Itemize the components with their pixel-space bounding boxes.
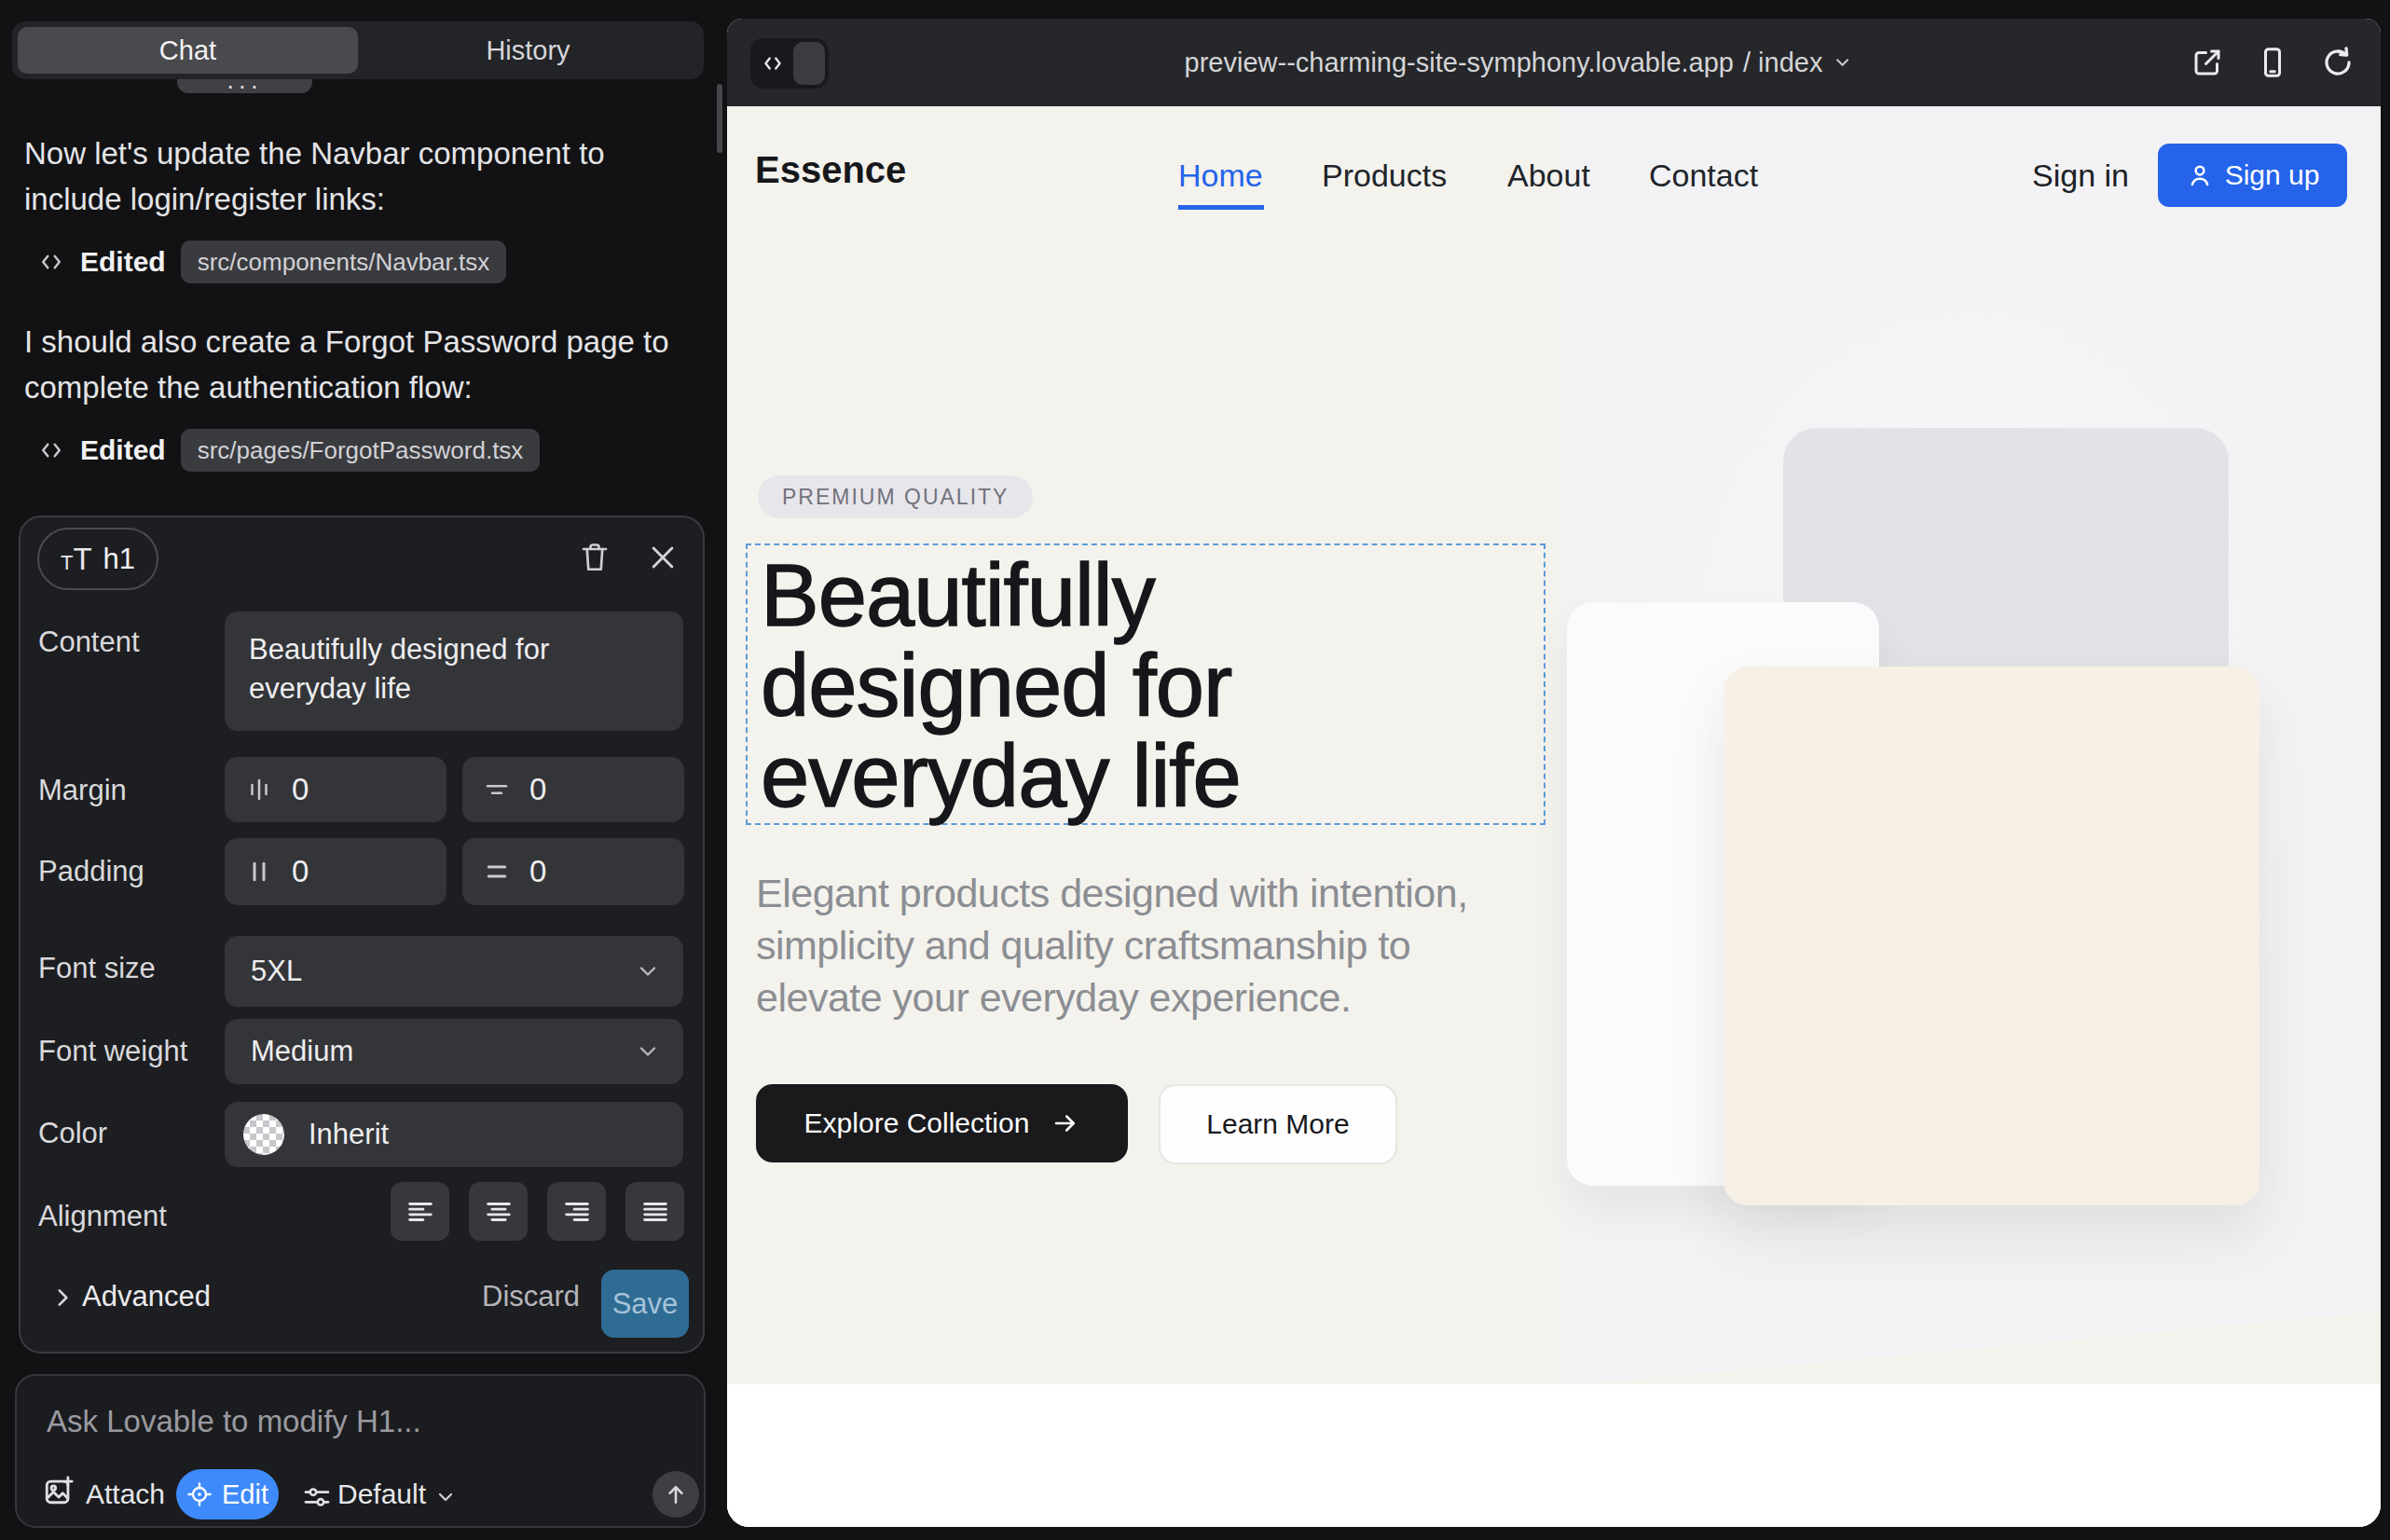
save-button[interactable]: Save [601, 1270, 689, 1338]
font-size-label: Font size [38, 952, 156, 985]
discard-button[interactable]: Discard [482, 1280, 580, 1313]
site-preview: Essence Home Products About Contact Sign… [727, 106, 2381, 1527]
alignment-label: Alignment [38, 1200, 167, 1233]
chat-message: I should also create a Forgot Password p… [24, 319, 677, 410]
advanced-toggle[interactable]: Advanced [82, 1280, 211, 1313]
align-justify-button[interactable] [625, 1182, 684, 1241]
edited-file-row: Edited src/pages/ForgotPassword.tsx [37, 429, 540, 472]
mode-select[interactable]: Default [337, 1478, 426, 1510]
element-editor-panel: TT h1 Content Beautifully designed for e… [19, 516, 705, 1354]
margin-y-input[interactable]: 0 [462, 757, 684, 822]
code-icon [37, 436, 65, 464]
align-left-button[interactable] [391, 1182, 449, 1241]
edited-file-chip[interactable]: src/components/Navbar.tsx [181, 241, 507, 283]
arrow-right-icon [1051, 1109, 1079, 1137]
edited-file-chip[interactable]: src/pages/ForgotPassword.tsx [181, 429, 541, 472]
chevron-down-icon [635, 958, 661, 984]
nav-link-home[interactable]: Home [1178, 158, 1263, 194]
explore-collection-button[interactable]: Explore Collection [756, 1084, 1128, 1162]
nav-link-about[interactable]: About [1507, 158, 1590, 194]
signup-button[interactable]: Sign up [2158, 144, 2347, 207]
edit-mode-button[interactable]: Edit [176, 1469, 279, 1519]
padding-y-input[interactable]: 0 [462, 838, 684, 905]
close-panel-button[interactable] [647, 542, 679, 573]
chevron-down-icon [635, 1038, 661, 1065]
content-label: Content [38, 626, 140, 659]
edited-label: Edited [80, 246, 166, 278]
chat-history-tabs: Chat History [12, 21, 704, 79]
tab-history[interactable]: History [358, 27, 698, 74]
padding-label: Padding [38, 855, 144, 888]
nav-active-underline [1178, 205, 1264, 210]
nav-link-contact[interactable]: Contact [1649, 158, 1758, 194]
signin-link[interactable]: Sign in [2032, 158, 2129, 194]
margin-label: Margin [38, 774, 127, 807]
font-weight-label: Font weight [38, 1035, 187, 1068]
section-below-hero [727, 1384, 2381, 1527]
hero-paragraph: Elegant products designed with intention… [756, 867, 1502, 1024]
chevron-right-icon [50, 1286, 75, 1310]
attach-button[interactable]: Attach [86, 1478, 165, 1510]
edited-file-row: Edited src/components/Navbar.tsx [37, 241, 506, 283]
delete-element-button[interactable] [578, 541, 611, 574]
preview-url[interactable]: preview--charming-site-symphony.lovable.… [1185, 19, 1853, 106]
target-icon [186, 1481, 213, 1507]
chat-composer[interactable]: Ask Lovable to modify H1... Attach Edit … [15, 1374, 706, 1528]
padding-x-input[interactable]: 0 [225, 838, 446, 905]
toggle-knob [793, 42, 825, 85]
lovable-app: ... Chat History Now let's update the Na… [0, 0, 2390, 1540]
user-icon [2186, 161, 2214, 189]
code-icon [37, 248, 65, 276]
sliders-icon [302, 1482, 332, 1512]
learn-more-button[interactable]: Learn More [1159, 1084, 1397, 1164]
arrow-up-icon [664, 1482, 688, 1506]
nav-link-products[interactable]: Products [1322, 158, 1447, 194]
code-preview-toggle[interactable] [750, 38, 829, 89]
element-tag-badge: TT h1 [37, 528, 158, 590]
hero-badge: PREMIUM QUALITY [758, 475, 1033, 518]
mobile-view-button[interactable] [2256, 46, 2289, 79]
refresh-button[interactable] [2321, 46, 2355, 79]
margin-x-input[interactable]: 0 [225, 757, 446, 822]
chat-scrollbar[interactable] [717, 84, 722, 153]
code-icon [750, 38, 795, 89]
align-center-button[interactable] [469, 1182, 528, 1241]
align-right-button[interactable] [547, 1182, 606, 1241]
edited-label: Edited [80, 434, 166, 466]
open-external-button[interactable] [2191, 46, 2224, 79]
chevron-down-icon [434, 1486, 457, 1508]
color-swatch [243, 1114, 284, 1155]
preview-window: preview--charming-site-symphony.lovable.… [727, 19, 2381, 1527]
selection-outline[interactable]: Beautifully designed for everyday life [746, 543, 1545, 825]
chat-message: Now let's update the Navbar component to… [24, 131, 677, 222]
tab-chat[interactable]: Chat [18, 27, 358, 74]
typography-icon: TT [61, 542, 92, 577]
decorative-card-beige [1724, 667, 2260, 1205]
color-label: Color [38, 1117, 107, 1150]
font-weight-select[interactable]: Medium [225, 1019, 683, 1084]
send-button[interactable] [652, 1471, 699, 1518]
composer-placeholder: Ask Lovable to modify H1... [47, 1404, 421, 1439]
preview-toolbar: preview--charming-site-symphony.lovable.… [727, 19, 2381, 106]
font-size-select[interactable]: 5XL [225, 936, 683, 1007]
chevron-down-icon [1832, 52, 1852, 73]
site-logo[interactable]: Essence [755, 149, 906, 191]
hero-heading: Beautifully designed for everyday life [761, 550, 1241, 821]
element-tag-label: h1 [103, 543, 135, 576]
content-textarea[interactable]: Beautifully designed for everyday life [225, 612, 683, 731]
attach-icon [43, 1475, 75, 1506]
color-select[interactable]: Inherit [225, 1102, 683, 1167]
